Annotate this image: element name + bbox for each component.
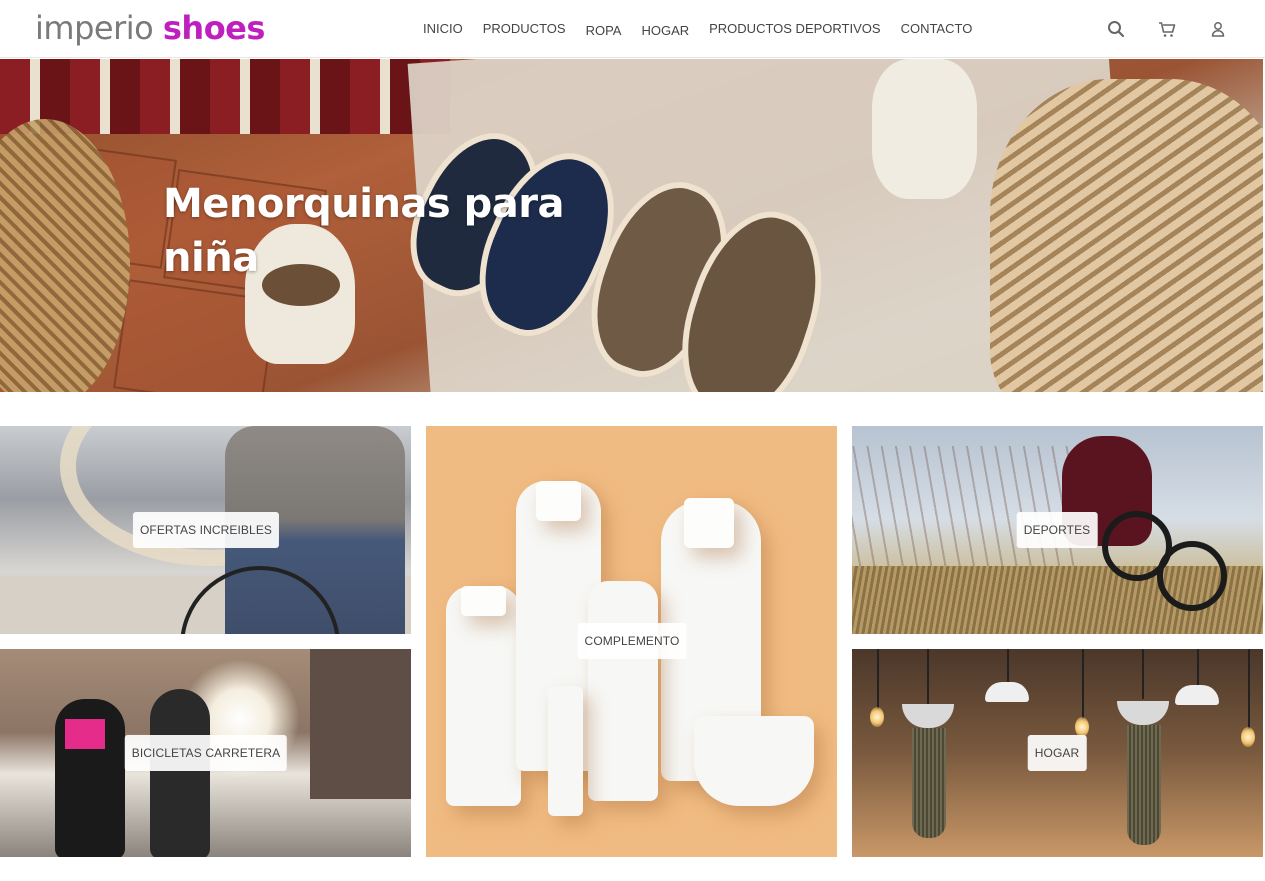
tile-image-cord bbox=[1248, 649, 1250, 729]
category-tile-hogar[interactable]: HOGAR bbox=[852, 649, 1263, 857]
main-nav: INICIO PRODUCTOS ROPA HOGAR PRODUCTOS DE… bbox=[423, 20, 992, 38]
tile-image-planter bbox=[1117, 701, 1169, 725]
tile-image-planter bbox=[902, 704, 954, 728]
nav-productos[interactable]: PRODUCTOS bbox=[483, 20, 566, 38]
header-actions bbox=[1105, 18, 1258, 40]
hero-banner[interactable]: Menorquinas para niña bbox=[0, 59, 1263, 392]
nav-ropa[interactable]: ROPA bbox=[586, 22, 622, 40]
tile-image-bulb bbox=[870, 707, 884, 727]
tile-image-bottle bbox=[588, 581, 658, 801]
tile-image-lamp-shade bbox=[1175, 685, 1219, 705]
tile-image-wheel bbox=[1157, 541, 1227, 611]
tile-image-cyclist bbox=[55, 699, 125, 857]
tile-image-cyclist bbox=[150, 689, 210, 857]
site-logo[interactable]: imperio shoes bbox=[35, 8, 265, 48]
category-label-deportes[interactable]: DEPORTES bbox=[1016, 512, 1098, 548]
hero-textile-image bbox=[0, 59, 450, 134]
site-header: imperio shoes INICIO PRODUCTOS ROPA HOGA… bbox=[0, 0, 1265, 58]
tile-image-bulb bbox=[1241, 727, 1255, 747]
tile-image-cord bbox=[1082, 649, 1084, 719]
tile-image-bottle bbox=[446, 586, 521, 806]
tile-image-cord bbox=[1142, 649, 1144, 699]
tile-image-cord bbox=[927, 649, 929, 704]
nav-productos-deportivos[interactable]: PRODUCTOS DEPORTIVOS bbox=[709, 20, 880, 38]
category-label-hogar[interactable]: HOGAR bbox=[1027, 735, 1087, 771]
hero-title: Menorquinas para niña bbox=[163, 181, 564, 281]
logo-text-imperio: imperio bbox=[35, 9, 154, 47]
category-tile-ofertas[interactable]: OFERTAS INCREIBLES bbox=[0, 426, 411, 634]
tile-image-bottle-cap bbox=[684, 498, 734, 548]
tile-image-bottle-cap bbox=[461, 586, 506, 616]
tile-image-lamp-shade bbox=[985, 682, 1029, 702]
category-tile-bicicletas[interactable]: BICICLETAS CARRETERA bbox=[0, 649, 411, 857]
category-label-bicicletas[interactable]: BICICLETAS CARRETERA bbox=[124, 735, 288, 771]
hero-candle-image bbox=[872, 59, 977, 199]
tile-image-bottle-cap bbox=[536, 481, 581, 521]
tile-image-stick bbox=[548, 686, 583, 816]
category-label-ofertas[interactable]: OFERTAS INCREIBLES bbox=[132, 512, 280, 548]
tile-image-cord bbox=[1197, 649, 1199, 687]
logo-text-shoes: shoes bbox=[162, 9, 266, 47]
nav-inicio[interactable]: INICIO bbox=[423, 20, 463, 38]
tile-image-bulb bbox=[1075, 717, 1089, 737]
tile-image-hanging-plant bbox=[912, 728, 946, 838]
cart-icon[interactable] bbox=[1156, 18, 1178, 40]
nav-hogar[interactable]: HOGAR bbox=[641, 22, 689, 40]
search-icon[interactable] bbox=[1105, 18, 1127, 40]
category-tile-complemento[interactable]: COMPLEMENTO bbox=[426, 426, 837, 857]
category-tile-deportes[interactable]: DEPORTES bbox=[852, 426, 1263, 634]
tile-image-building bbox=[310, 649, 411, 799]
tile-image-cord bbox=[1007, 649, 1009, 684]
nav-contacto[interactable]: CONTACTO bbox=[901, 20, 973, 38]
category-label-complemento[interactable]: COMPLEMENTO bbox=[577, 623, 687, 659]
user-icon[interactable] bbox=[1207, 18, 1229, 40]
tile-image-hanging-plant bbox=[1127, 725, 1161, 845]
hero-basket-image bbox=[990, 79, 1263, 392]
tile-image-cord bbox=[877, 649, 879, 709]
tile-image-jar bbox=[694, 716, 814, 806]
